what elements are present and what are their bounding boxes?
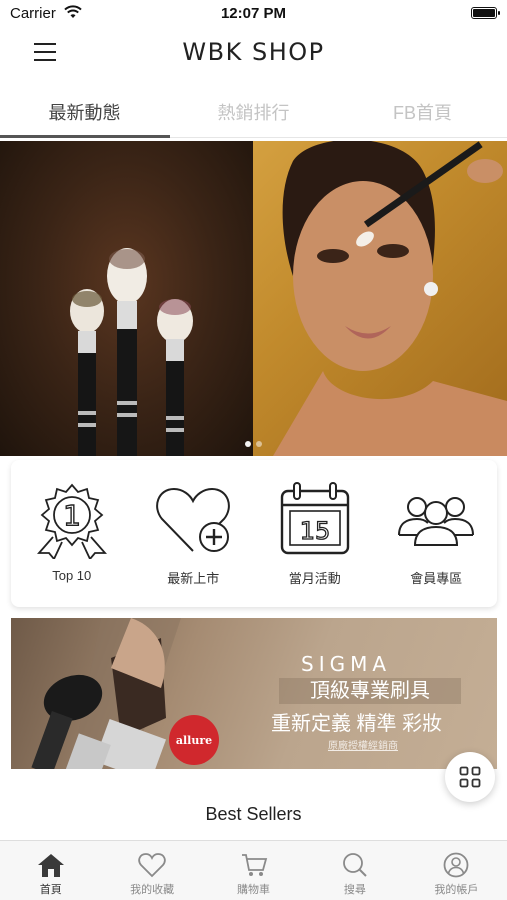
tab-latest[interactable]: 最新動態	[0, 84, 169, 140]
promo-dealer-link[interactable]: 原廠授權經銷商	[328, 737, 398, 752]
calendar-day: 15	[299, 517, 330, 545]
quick-link-new-arrivals[interactable]: 最新上市	[133, 460, 255, 607]
top-tabs: 最新動態 熱銷排行 FB首頁	[0, 84, 507, 140]
hero-carousel[interactable]	[0, 141, 507, 456]
heart-plus-icon	[148, 478, 238, 560]
bottom-tab-bar: 首頁 我的收藏 購物車 搜尋 我的帳戶	[0, 840, 507, 900]
bottom-tab-label: 首頁	[39, 884, 62, 896]
allure-award-badge: allure	[169, 715, 219, 765]
cart-icon	[240, 851, 268, 879]
promo-subheadline: 重新定義 精準 彩妝	[271, 713, 443, 735]
heart-icon	[138, 851, 166, 879]
quick-link-top10[interactable]: 1 Top 10	[11, 460, 133, 607]
quick-links-card: 1 Top 10 最新上市 15 當月活動 會員專區	[11, 460, 497, 607]
carousel-dots[interactable]	[245, 441, 262, 447]
bottom-tab-label: 購物車	[237, 884, 271, 896]
quick-link-label: 當月活動	[288, 571, 341, 586]
award-ribbon-icon: 1	[27, 478, 117, 560]
tab-best-selling[interactable]: 熱銷排行	[169, 84, 338, 140]
bottom-tab-label: 搜尋	[343, 884, 366, 896]
quick-link-label: 會員專區	[410, 571, 463, 586]
account-icon	[442, 851, 470, 879]
bottom-tab-favorites[interactable]: 我的收藏	[101, 841, 202, 900]
bottom-tab-label: 我的帳戶	[434, 884, 479, 896]
sigma-promo-banner[interactable]: allure SIGMA 頂級專業刷具 重新定義 精準 彩妝 原廠授權經銷商	[11, 618, 497, 769]
brushes-image	[0, 141, 253, 456]
promo-brand: SIGMA	[301, 652, 392, 676]
quick-link-label: 最新上市	[167, 571, 220, 586]
section-title-best-sellers: Best Sellers	[205, 804, 302, 824]
quick-link-members[interactable]: 會員專區	[376, 460, 498, 607]
award-number: 1	[63, 499, 81, 532]
model-image	[253, 141, 507, 456]
grid-icon	[459, 766, 481, 788]
status-bar: Carrier 12:07 PM	[0, 0, 507, 28]
carousel-dot[interactable]	[256, 441, 262, 447]
home-icon	[37, 851, 65, 879]
quick-link-monthly-events[interactable]: 15 當月活動	[254, 460, 376, 607]
bottom-tab-account[interactable]: 我的帳戶	[406, 841, 507, 900]
carousel-dot[interactable]	[245, 441, 251, 447]
bottom-tab-home[interactable]: 首頁	[0, 841, 101, 900]
tab-active-indicator	[0, 135, 170, 138]
bottom-tab-label: 我的收藏	[130, 884, 175, 896]
status-time: 12:07 PM	[220, 5, 287, 22]
bottom-tab-search[interactable]: 搜尋	[304, 841, 405, 900]
quick-link-label: Top 10	[52, 568, 92, 583]
calendar-icon: 15	[270, 478, 360, 560]
nav-bar: WBK SHOP	[0, 28, 507, 78]
tab-fb-home[interactable]: FB首頁	[338, 84, 507, 140]
bottom-tab-cart[interactable]: 購物車	[203, 841, 304, 900]
search-icon	[341, 851, 369, 879]
grid-menu-button[interactable]	[445, 752, 495, 802]
app-title: WBK SHOP	[182, 38, 325, 66]
members-icon	[391, 478, 481, 560]
promo-headline: 頂級專業刷具	[279, 678, 461, 704]
battery-icon	[471, 7, 500, 19]
